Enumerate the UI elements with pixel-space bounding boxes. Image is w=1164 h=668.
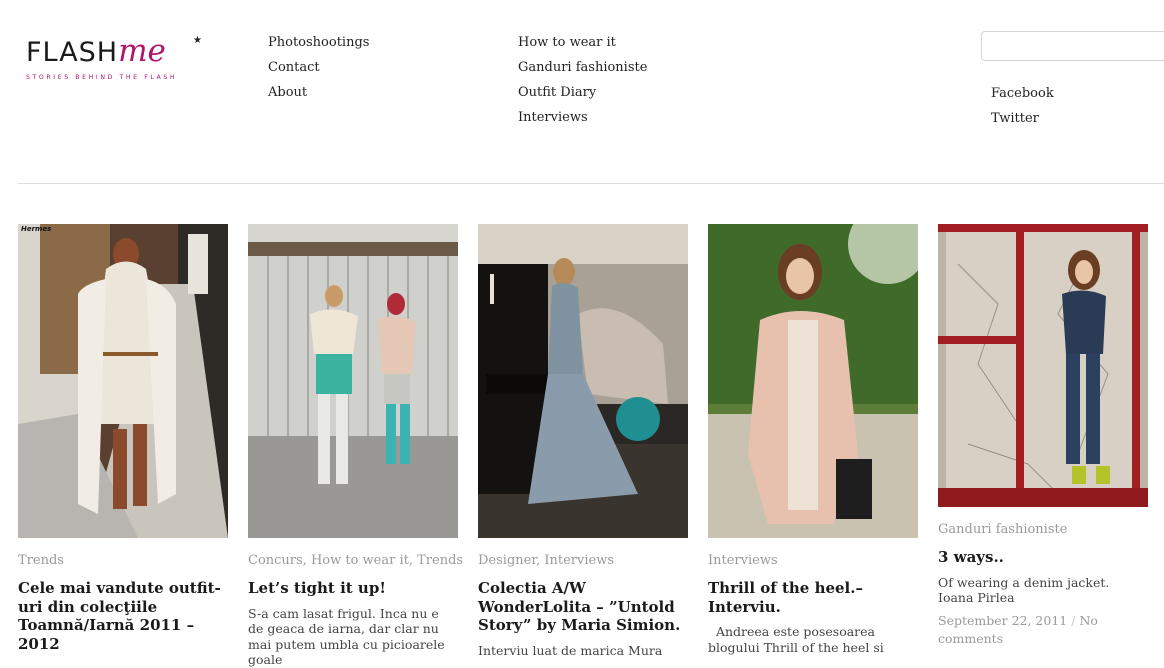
post-categories[interactable]: Concurs, How to wear it, Trends xyxy=(248,552,463,570)
post-card: Designer, Interviews Colectia A/W Wonder… xyxy=(478,224,688,658)
nav-item-how-to-wear-it[interactable]: How to wear it xyxy=(518,30,647,55)
social-link-twitter[interactable]: Twitter xyxy=(991,106,1054,131)
post-categories[interactable]: Trends xyxy=(18,552,228,570)
post-title[interactable]: Colectia A/W WonderLolita – ”Untold Stor… xyxy=(478,579,688,635)
post-thumbnail[interactable] xyxy=(938,224,1148,507)
post-categories[interactable]: Interviews xyxy=(708,552,918,570)
search-input[interactable] xyxy=(981,31,1164,61)
post-title[interactable]: 3 ways.. xyxy=(938,548,1148,567)
nav-menu-primary: Photoshootings Contact About xyxy=(268,30,369,105)
logo-text: FLASH xyxy=(26,37,119,68)
nav-item-photoshootings[interactable]: Photoshootings xyxy=(268,30,369,55)
post-excerpt: S-a cam lasat frigul. Inca nu e de geaca… xyxy=(248,605,445,668)
social-links: Facebook Twitter xyxy=(991,81,1054,131)
post-card: Interviews Thrill of the heel.– Interviu… xyxy=(708,224,918,655)
post-thumbnail[interactable] xyxy=(248,224,458,538)
meta-separator: / xyxy=(1071,612,1076,628)
post-card: Concurs, How to wear it, Trends Let’s ti… xyxy=(248,224,463,668)
post-card: Hermes Trends Cele mai vandute outfit-ur… xyxy=(18,224,228,653)
logo-tagline: STORIES BEHIND THE FLASH xyxy=(26,74,178,81)
nav-menu-categories: How to wear it Ganduri fashioniste Outfi… xyxy=(518,30,647,130)
social-link-facebook[interactable]: Facebook xyxy=(991,81,1054,106)
post-thumbnail[interactable] xyxy=(478,224,688,538)
nav-item-contact[interactable]: Contact xyxy=(268,55,369,80)
post-title[interactable]: Thrill of the heel.– Interviu. xyxy=(708,579,918,616)
site-logo[interactable]: FLASHme ★ STORIES BEHIND THE FLASH xyxy=(26,35,206,90)
post-title[interactable]: Let’s tight it up! xyxy=(248,579,458,598)
post-thumbnail[interactable]: Hermes xyxy=(18,224,228,538)
logo-accent-text: me xyxy=(118,33,166,69)
post-excerpt: Andreea este posesoarea blogului Thrill … xyxy=(708,624,884,655)
nav-item-interviews[interactable]: Interviews xyxy=(518,105,647,130)
post-categories[interactable]: Designer, Interviews xyxy=(478,552,688,570)
post-title[interactable]: Cele mai vandute outfit-uri din colecţii… xyxy=(18,579,228,653)
nav-item-outfit-diary[interactable]: Outfit Diary xyxy=(518,80,647,105)
post-card: Ganduri fashioniste 3 ways.. Of wearing … xyxy=(938,224,1148,648)
post-excerpt: Interviu luat de marica Mura xyxy=(478,642,663,658)
post-meta: September 22, 2011 / No comments xyxy=(938,612,1148,648)
header-divider xyxy=(18,183,1164,184)
post-thumbnail[interactable] xyxy=(708,224,918,538)
post-categories[interactable]: Ganduri fashioniste xyxy=(938,521,1148,539)
post-date[interactable]: September 22, 2011 xyxy=(938,613,1067,628)
nav-item-about[interactable]: About xyxy=(268,80,369,105)
photo-watermark: Hermes xyxy=(21,225,52,233)
post-excerpt: Of wearing a denim jacket. Ioana Pirlea xyxy=(938,574,1110,606)
nav-item-ganduri-fashioniste[interactable]: Ganduri fashioniste xyxy=(518,55,647,80)
star-icon: ★ xyxy=(193,35,202,46)
logo-wordmark: FLASHme xyxy=(26,35,166,69)
